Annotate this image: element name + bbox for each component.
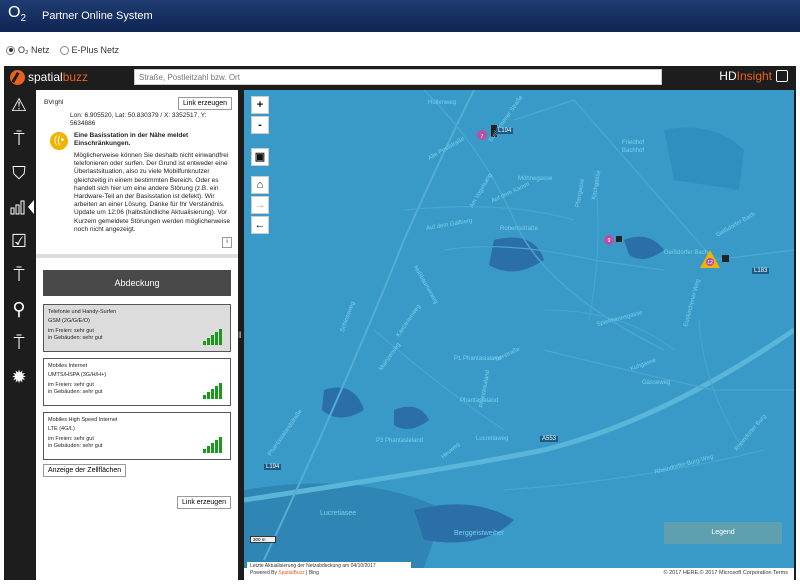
fullscreen-icon[interactable]: ▣: [251, 148, 269, 166]
map-label: Phantasialand: [460, 398, 499, 404]
coverage-card-umts[interactable]: Mobiles Internet UMTS/HSPA (3G/H/H+) im …: [43, 358, 231, 406]
map-canvas: 7 9 12: [244, 90, 794, 568]
basket-icon: ⛉: [12, 162, 26, 183]
map-label: Lucretiasee: [320, 510, 357, 517]
site-label: 9: [608, 238, 611, 244]
app-bar: spatialbuzz HDInsight: [4, 66, 796, 88]
road-label-l194-south: L194: [264, 464, 282, 470]
o2-logo: O2: [8, 4, 27, 25]
radio-dot[interactable]: [59, 45, 69, 55]
rail-settings[interactable]: ✹: [4, 360, 34, 394]
show-cells-button[interactable]: Anzeige der Zellflächen: [43, 464, 127, 477]
terms-link[interactable]: Terms: [773, 570, 788, 576]
location-coordinates: Lon: 6.905520, Lat: 50.830379 / X: 33525…: [70, 112, 207, 127]
tower-minus-icon: ⍑: [13, 264, 25, 285]
radio-o2-netz[interactable]: O₂ Netz: [6, 45, 50, 55]
home-icon[interactable]: ⌂: [251, 176, 269, 194]
map-label: Bachhof: [622, 148, 645, 154]
warning-title: Eine Basisstation in der Nähe meldet Ein…: [74, 132, 189, 147]
rail-basket[interactable]: ⛉: [4, 156, 34, 190]
map-label: Berggeistweiher: [454, 530, 505, 537]
spatialbuzz-logo: spatial buzz: [10, 69, 88, 85]
spatialbuzz-link[interactable]: SpatialBuzz: [278, 570, 304, 576]
layers-icon: [776, 70, 788, 82]
tower-signal-icon: ⍑: [13, 332, 25, 353]
map-label: Möhnegasse: [518, 176, 553, 182]
site-label: 7: [481, 134, 484, 140]
splitter-handle-icon[interactable]: ‖: [238, 330, 242, 340]
bar-chart-icon: [10, 200, 25, 215]
forward-arrow-icon[interactable]: →: [251, 196, 269, 214]
app-title: Partner Online System: [42, 10, 153, 22]
signal-bars-icon: [202, 437, 222, 453]
warning-text: Möglicherweise können Sie deshalb nicht …: [74, 152, 231, 233]
spatialbuzz-ball-icon: [10, 69, 25, 85]
back-arrow-icon[interactable]: ←: [251, 216, 269, 234]
legend-button[interactable]: Legend: [664, 522, 782, 544]
location-name: BVrghl: [44, 99, 64, 106]
coverage-map[interactable]: 7 9 12 Hüllenweg Euskirchener Straße Alt…: [244, 90, 794, 568]
radio-dot[interactable]: [6, 45, 15, 55]
map-label: Geißdorfer Bach: [664, 250, 709, 256]
rail-towers[interactable]: ⍑: [4, 122, 34, 156]
site-label: 12: [707, 260, 713, 266]
map-label: P3 Phantasieland: [376, 438, 424, 444]
map-copyright: © 2017 HERE,© 2017 Microsoft Corporation…: [663, 570, 789, 576]
map-label: Robertsstraße: [500, 226, 539, 232]
zoom-out-button[interactable]: -: [251, 116, 269, 134]
map-scale: 300 m: [250, 536, 276, 543]
map-update-info: Letzte Aktualisierung der Netzabdeckung …: [247, 562, 411, 578]
search-icon: ⚲: [12, 298, 26, 319]
tool-rail: ⚠ ⍑ ⛉ ☑ ⍑ ⚲ ⍑ ✹: [4, 88, 34, 580]
create-link-button-2[interactable]: Link erzeugen: [177, 496, 231, 509]
coverage-card-lte[interactable]: Mobiles High Speed Internet LTE (4G/L) i…: [43, 412, 231, 460]
map-label: Friedhof: [622, 140, 645, 146]
info-button[interactable]: i: [222, 237, 232, 248]
checklist-icon: ☑: [10, 230, 28, 251]
coverage-card-gsm[interactable]: Telefonie und Handy-Surfen GSM (2G/G/E/O…: [43, 304, 231, 352]
top-header: O2 Partner Online System: [0, 0, 800, 32]
create-link-button[interactable]: Link erzeugen: [178, 97, 232, 110]
map-label: Gässeweg: [642, 380, 671, 386]
map-footer: Letzte Aktualisierung der Netzabdeckung …: [244, 562, 794, 580]
hdinsight-logo: HD Insight: [719, 69, 788, 83]
app-frame: spatialbuzz HDInsight ⚠ ⍑ ⛉ ☑ ⍑ ⚲ ⍑ ✹ BV…: [4, 66, 796, 580]
signal-warning-icon: ((•: [50, 132, 68, 150]
map-label: Hüllenweg: [428, 100, 457, 106]
rail-tower-signal[interactable]: ⍑: [4, 326, 34, 360]
road-label-a553: A553: [540, 436, 559, 442]
road-label-l194: L194: [496, 128, 514, 134]
signal-bars-icon: [202, 383, 222, 399]
gear-icon: ✹: [11, 366, 27, 387]
address-search-input[interactable]: [134, 69, 662, 85]
cell-site-marker[interactable]: 9: [604, 235, 622, 245]
radio-eplus-netz[interactable]: E-Plus Netz: [59, 45, 119, 55]
zoom-in-button[interactable]: +: [251, 96, 269, 114]
network-selector: O₂ Netz E-Plus Netz: [0, 38, 800, 62]
coverage-panel: Abdeckung Telefonie und Handy-Surfen GSM…: [36, 258, 238, 580]
map-label: Lucretiaweg: [476, 436, 509, 442]
location-info-panel: BVrghl Link erzeugen Lon: 6.905520, Lat:…: [36, 90, 238, 254]
road-label-l183: L183: [752, 268, 770, 274]
rail-warnings[interactable]: ⚠: [4, 88, 34, 122]
coverage-button[interactable]: Abdeckung: [43, 270, 231, 296]
signal-bars-icon: [202, 329, 222, 345]
tower-icon: ⍑: [13, 128, 25, 149]
rail-checklist[interactable]: ☑: [4, 224, 34, 258]
rail-tower-minus[interactable]: ⍑: [4, 258, 34, 292]
warning-icon: ⚠: [10, 94, 28, 115]
rail-coverage[interactable]: [4, 190, 34, 224]
rail-search[interactable]: ⚲: [4, 292, 34, 326]
